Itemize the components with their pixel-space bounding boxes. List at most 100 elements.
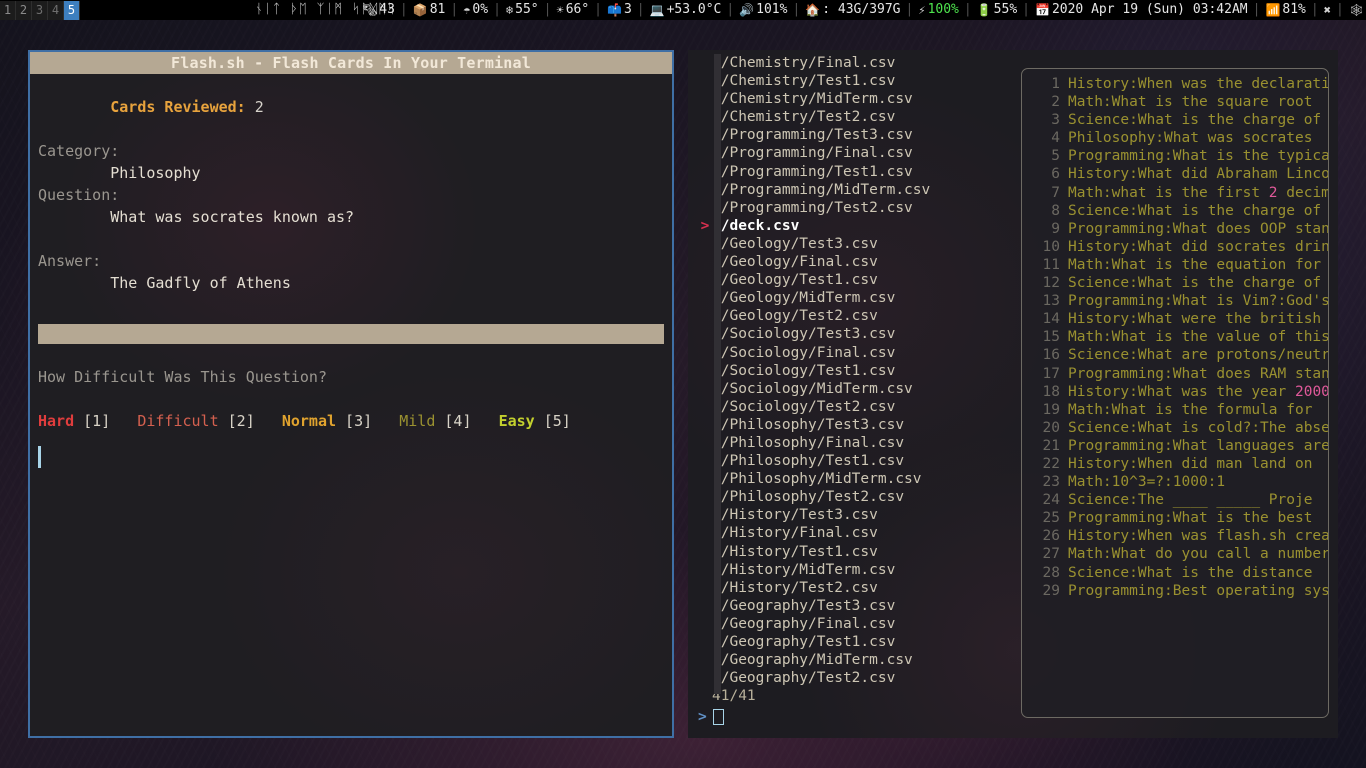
file-list-item[interactable]: ./Philosophy/Test2.csv: [688, 488, 1018, 506]
file-path-label: ./Chemistry/MidTerm.csv: [712, 90, 913, 108]
tray-item-mailbox[interactable]: 📫3: [607, 0, 632, 20]
file-list-item[interactable]: ./History/Test2.csv: [688, 579, 1018, 597]
tray-item-speaker[interactable]: 🔊101%: [739, 0, 787, 20]
preview-line: 17Programming:What does RAM stan: [1022, 365, 1328, 383]
file-list-item[interactable]: ./Geology/Test1.csv: [688, 271, 1018, 289]
difficulty-option-difficult[interactable]: Difficult: [137, 412, 218, 430]
newspaper-icon: 🗞: [362, 4, 377, 16]
file-list-item[interactable]: ./Sociology/Final.csv: [688, 344, 1018, 362]
spacer: [30, 294, 672, 316]
preview-text-span: Science:What is cold?:The abse: [1068, 420, 1328, 436]
file-list-item[interactable]: ./Philosophy/Test3.csv: [688, 416, 1018, 434]
file-list-item[interactable]: ./Sociology/MidTerm.csv: [688, 380, 1018, 398]
file-path-label: ./History/Test2.csv: [712, 579, 878, 597]
selection-marker-icon: [698, 398, 712, 416]
divider-bar: [38, 324, 664, 344]
tray-item-close[interactable]: ✖: [1324, 4, 1331, 16]
search-input-cursor[interactable]: [713, 709, 724, 725]
file-list-item[interactable]: ./Philosophy/Test1.csv: [688, 452, 1018, 470]
difficulty-option-easy[interactable]: Easy: [499, 412, 535, 430]
tray-item-snowflake[interactable]: ❄55°: [506, 0, 539, 20]
file-list-item[interactable]: ./Geology/Test3.csv: [688, 235, 1018, 253]
tray-item-house[interactable]: 🏠: 43G/397G: [805, 0, 900, 20]
workspace-button-4[interactable]: 4: [48, 1, 64, 20]
file-list-item[interactable]: ./Chemistry/MidTerm.csv: [688, 90, 1018, 108]
difficulty-option-hard[interactable]: Hard: [38, 412, 74, 430]
file-list-item[interactable]: ./Chemistry/Final.csv: [688, 54, 1018, 72]
selection-marker-icon: [698, 307, 712, 325]
preview-numeric-literal: 2000: [1295, 384, 1328, 400]
file-list-item[interactable]: ./Geography/Test3.csv: [688, 597, 1018, 615]
tray-item-battery[interactable]: 🔋55%: [977, 0, 1017, 20]
file-list-item[interactable]: ./Geology/Final.csv: [688, 253, 1018, 271]
workspace-button-3[interactable]: 3: [32, 1, 48, 20]
preview-line: 27Math:What do you call a number: [1022, 545, 1328, 563]
file-list-item[interactable]: ./Geography/Test2.csv: [688, 669, 1018, 687]
file-list-item[interactable]: ./Philosophy/Final.csv: [688, 434, 1018, 452]
preview-text-span: Math:what is the first: [1068, 185, 1269, 201]
file-list-pane[interactable]: ./Chemistry/Final.csv ./Chemistry/Test1.…: [688, 50, 1018, 738]
flashcard-terminal-window[interactable]: Flash.sh - Flash Cards In Your Terminal …: [28, 50, 674, 738]
file-list-scrollbar[interactable]: [714, 54, 721, 694]
file-list-item[interactable]: ./Philosophy/MidTerm.csv: [688, 470, 1018, 488]
preview-line-number: 9: [1022, 220, 1068, 238]
selection-marker-icon: [698, 289, 712, 307]
difficulty-option-mild[interactable]: Mild: [399, 412, 435, 430]
preview-text-span: History:When was the declarati: [1068, 76, 1328, 92]
file-list-items[interactable]: ./Chemistry/Final.csv ./Chemistry/Test1.…: [688, 54, 1018, 687]
preview-line: 3Science:What is the charge of: [1022, 111, 1328, 129]
file-preview-pane[interactable]: 1History:When was the declarati2Math:Wha…: [1021, 68, 1329, 718]
file-list-item[interactable]: ./Geology/Test2.csv: [688, 307, 1018, 325]
battery-icon: 🔋: [977, 4, 992, 16]
workspace-button-1[interactable]: 1: [0, 1, 16, 20]
file-list-item[interactable]: ./Geology/MidTerm.csv: [688, 289, 1018, 307]
file-list-item[interactable]: ./Geography/Final.csv: [688, 615, 1018, 633]
workspace-button-5[interactable]: 5: [64, 1, 80, 20]
preview-line: 22History:When did man land on: [1022, 455, 1328, 473]
file-list-item[interactable]: ./History/MidTerm.csv: [688, 561, 1018, 579]
network-icon: 🕸: [1349, 4, 1364, 16]
file-list-item[interactable]: ./Sociology/Test2.csv: [688, 398, 1018, 416]
workspace-switcher[interactable]: 12345: [0, 0, 80, 20]
preview-text-span: Math:10^3=?:1000:1: [1068, 474, 1225, 490]
file-list-item[interactable]: >./deck.csv: [688, 217, 1018, 235]
tray-item-newspaper[interactable]: 🗞43: [362, 0, 395, 20]
umbrella-icon: ☂: [463, 4, 470, 16]
tray-item-umbrella[interactable]: ☂0%: [463, 0, 488, 20]
tray-item-bolt[interactable]: ⚡100%: [918, 0, 959, 20]
selection-marker-icon: [698, 181, 712, 199]
difficulty-option-normal[interactable]: Normal: [282, 412, 336, 430]
file-list-item[interactable]: ./Programming/Test3.csv: [688, 126, 1018, 144]
selection-marker-icon: [698, 561, 712, 579]
file-list-item[interactable]: ./History/Final.csv: [688, 524, 1018, 542]
tray-item-sun[interactable]: ☀66°: [556, 0, 589, 20]
file-list-item[interactable]: ./Sociology/Test3.csv: [688, 325, 1018, 343]
tray-item-network[interactable]: 🕸: [1349, 4, 1364, 16]
preview-line-number: 7: [1022, 184, 1068, 202]
file-list-item[interactable]: ./Sociology/Test1.csv: [688, 362, 1018, 380]
file-list-item[interactable]: ./Chemistry/Test2.csv: [688, 108, 1018, 126]
preview-line-number: 5: [1022, 147, 1068, 165]
tray-separator: |: [787, 0, 805, 20]
tray-item-laptop[interactable]: 💻+53.0°C: [650, 0, 722, 20]
file-list-item[interactable]: ./Geography/Test1.csv: [688, 633, 1018, 651]
file-list-item[interactable]: ./Programming/Test2.csv: [688, 199, 1018, 217]
selection-marker-icon: [698, 72, 712, 90]
fzf-terminal-window[interactable]: ./Chemistry/Final.csv ./Chemistry/Test1.…: [688, 50, 1338, 738]
file-list-item[interactable]: ./Geography/MidTerm.csv: [688, 651, 1018, 669]
flashcard-terminal-content: Flash.sh - Flash Cards In Your Terminal …: [30, 52, 672, 736]
fzf-search-prompt[interactable]: >: [688, 707, 1018, 727]
file-list-item[interactable]: ./Programming/MidTerm.csv: [688, 181, 1018, 199]
file-list-item[interactable]: ./History/Test3.csv: [688, 506, 1018, 524]
tray-item-signal[interactable]: 📶81%: [1265, 0, 1305, 20]
tray-item-package[interactable]: 📦81: [413, 0, 446, 20]
selection-marker-icon: [698, 54, 712, 72]
preview-text-span: History:What did socrates drin: [1068, 239, 1328, 255]
file-list-item[interactable]: ./Programming/Test1.csv: [688, 163, 1018, 181]
file-list-item[interactable]: ./Chemistry/Test1.csv: [688, 72, 1018, 90]
tray-item-calendar[interactable]: 📅2020 Apr 19 (Sun) 03:42AM: [1035, 0, 1248, 20]
answer-value: The Gadfly of Athens: [30, 272, 672, 294]
workspace-button-2[interactable]: 2: [16, 1, 32, 20]
file-list-item[interactable]: ./Programming/Final.csv: [688, 144, 1018, 162]
file-list-item[interactable]: ./History/Test1.csv: [688, 543, 1018, 561]
